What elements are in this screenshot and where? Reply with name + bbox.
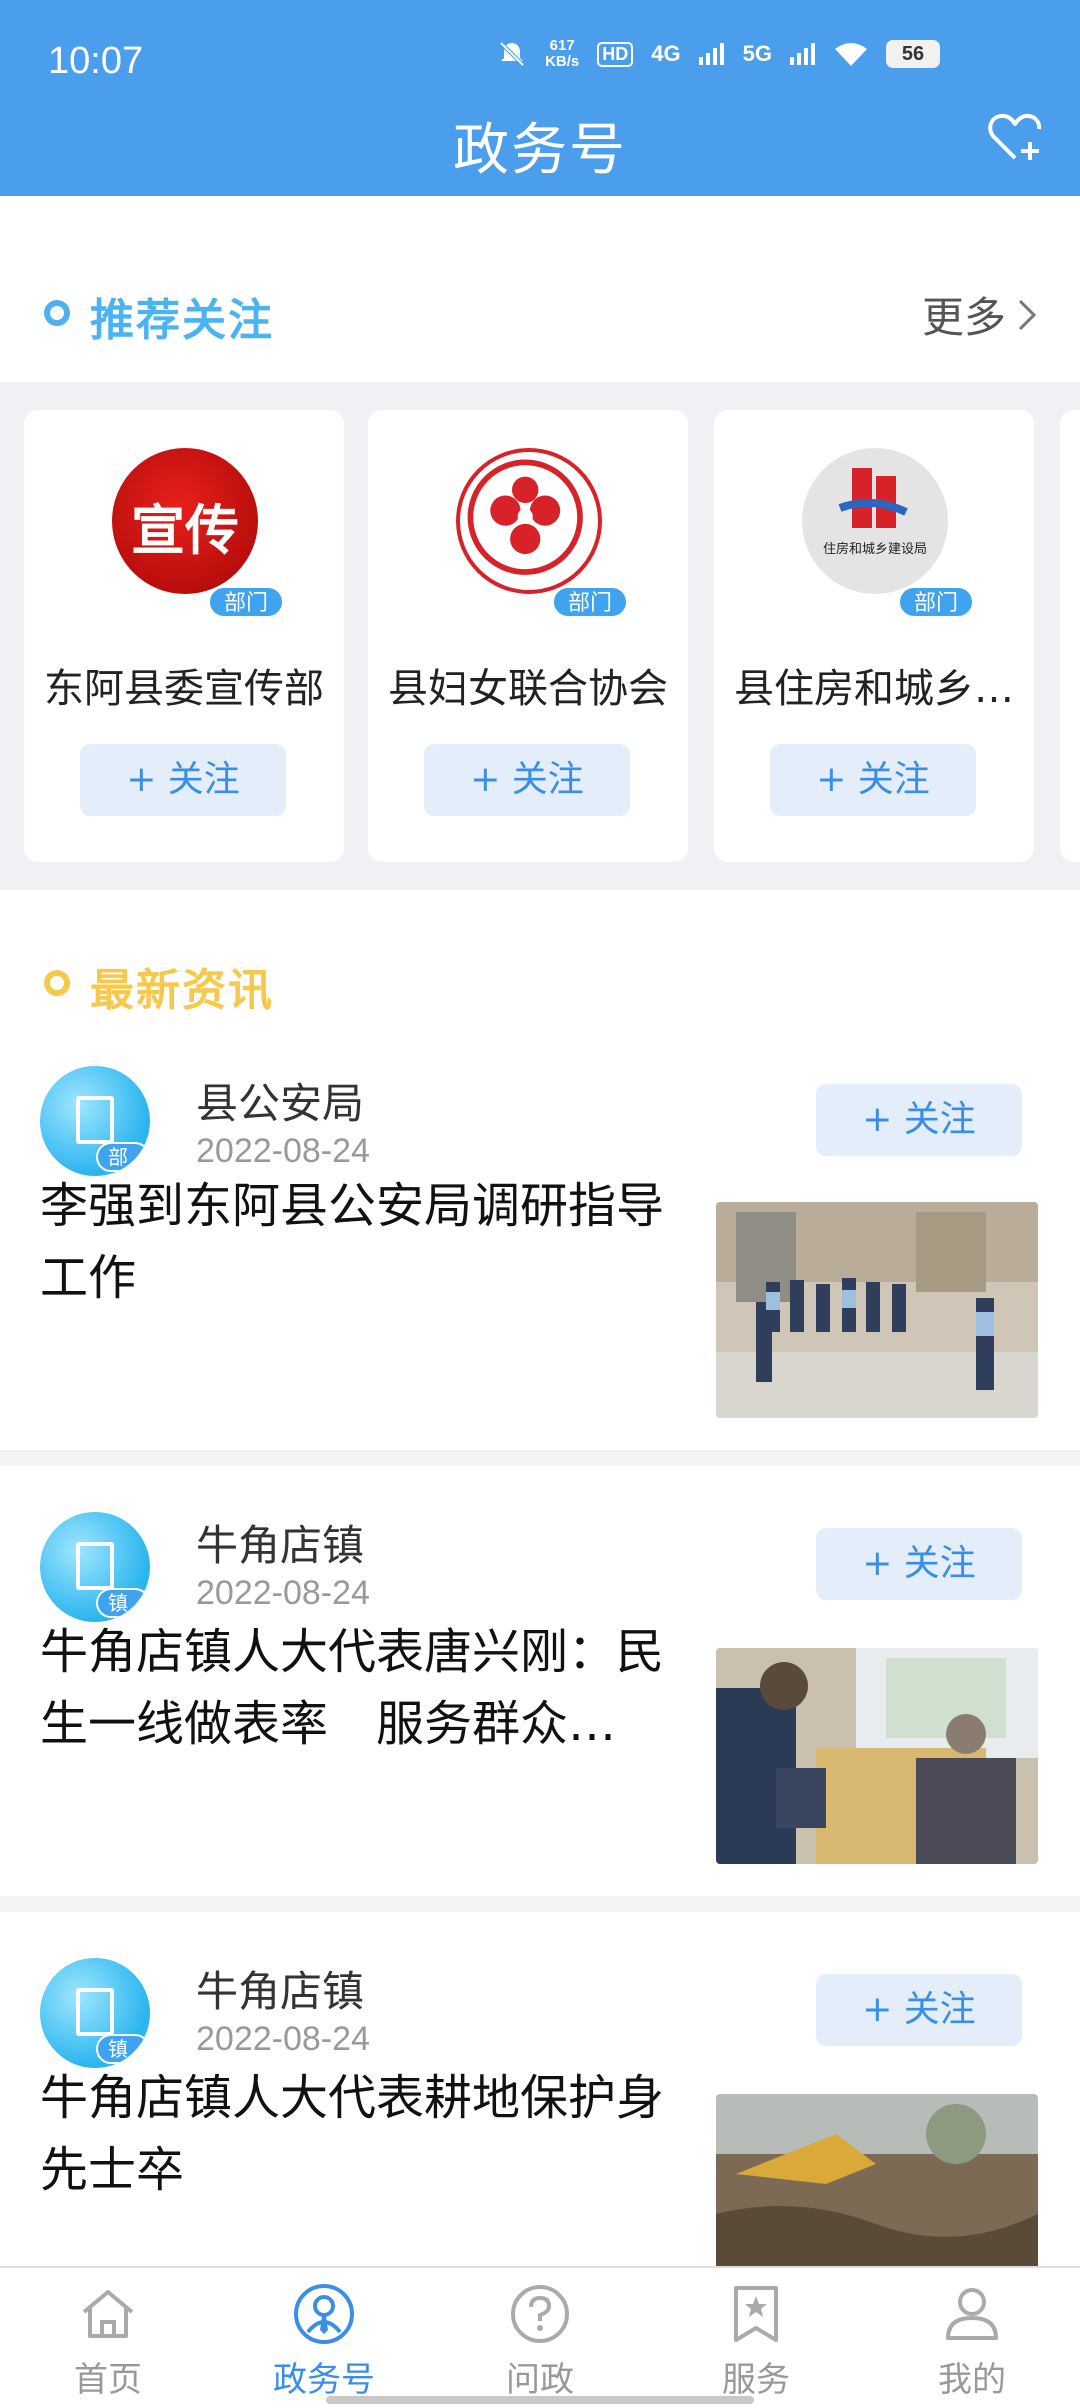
news-item[interactable]: 镇街 牛角店镇 2022-08-24 + 关注 牛角店镇人大代表耕地保护身先士卒 (0, 1912, 1080, 2266)
news-thumbnail[interactable] (716, 1648, 1038, 1864)
card-name: 县妇女联合协会 (388, 666, 668, 712)
nav-label: 服务 (722, 2360, 790, 2400)
source-name[interactable]: 县公安局 (196, 1070, 364, 1131)
bottom-nav: 首页 政务号 问政 服务 我的 (0, 2266, 1080, 2408)
nav-label: 政务号 (273, 2360, 375, 2400)
battery-indicator: 56 (886, 40, 940, 68)
network-5g: 5G (742, 41, 772, 66)
town-badge: 镇街 (96, 1588, 150, 1622)
building-icon (76, 1988, 114, 2036)
official-account-icon (294, 2284, 354, 2344)
section-dot-icon (44, 300, 70, 326)
follow-button[interactable]: + 关注 (816, 1974, 1022, 2046)
news-thumbnail[interactable] (716, 2094, 1038, 2266)
wifi-icon (835, 43, 867, 66)
recommend-card[interactable]: 住房和城乡建设局 部门 县住房和城乡… + 关注 (714, 410, 1034, 862)
building-icon (76, 1096, 114, 1144)
farmland-photo (716, 2094, 1038, 2266)
question-icon (511, 2285, 569, 2343)
logo-text: 住房和城乡建设局 (822, 542, 927, 557)
news-headline[interactable]: 牛角店镇人大代表耕地保护身先士卒 (40, 2062, 680, 2206)
police-photo (716, 1202, 1038, 1418)
news-headline[interactable]: 李强到东阿县公安局调研指导工作 (40, 1170, 680, 1314)
federation-emblem-icon (467, 459, 583, 575)
nav-profile[interactable]: 我的 (864, 2268, 1080, 2408)
heart-plus-icon[interactable] (986, 108, 1044, 166)
publish-date: 2022-08-24 (196, 1132, 370, 1170)
logo-text: 宣传 (131, 498, 239, 562)
hd-icon: HD (597, 41, 634, 67)
recommend-card-partial[interactable] (1060, 410, 1080, 862)
publish-date: 2022-08-24 (196, 1574, 370, 1612)
source-name[interactable]: 牛角店镇 (196, 1512, 364, 1573)
nav-inquiry[interactable]: 问政 (432, 2268, 648, 2408)
news-item[interactable]: 镇街 牛角店镇 2022-08-24 + 关注 牛角店镇人大代表唐兴刚：民生一线… (0, 1466, 1080, 1896)
nav-official-accounts[interactable]: 政务号 (216, 2268, 432, 2408)
follow-button[interactable]: + 关注 (816, 1528, 1022, 1600)
chevron-right-icon (1018, 299, 1037, 330)
page-title: 政务号 (453, 118, 627, 183)
follow-button[interactable]: + 关注 (816, 1084, 1022, 1156)
nav-label: 问政 (506, 2360, 574, 2400)
recommended-title: 推荐关注 (90, 295, 274, 346)
follow-button[interactable]: + 关注 (424, 744, 630, 816)
source-avatar[interactable]: 部门 (40, 1066, 150, 1176)
speed-value: 617 (549, 37, 575, 54)
network-4g: 4G (651, 41, 681, 66)
mute-bell-icon (499, 41, 525, 67)
status-time: 10:07 (48, 40, 144, 82)
app-header: 10:07 617 KB/s HD 4G 5G 56 政务号 (0, 0, 1080, 196)
more-label: 更多 (921, 293, 1006, 342)
publish-date: 2022-08-24 (196, 2020, 370, 2058)
status-icons: 617 KB/s HD 4G 5G 56 (497, 38, 940, 70)
housing-bureau-logo: 住房和城乡建设局 (802, 448, 948, 594)
profile-icon (946, 2288, 998, 2340)
dept-badge: 部门 (96, 1142, 150, 1176)
source-name[interactable]: 牛角店镇 (196, 1958, 364, 2019)
housing-building-icon (838, 468, 908, 528)
recommended-cards[interactable]: 宣传 部门 东阿县委宣传部 + 关注 部门 县妇女联合协会 + 关注 住房和城乡… (0, 382, 1080, 890)
news-title: 最新资讯 (90, 965, 274, 1016)
source-avatar[interactable]: 镇街 (40, 1512, 150, 1622)
service-star-icon (734, 2286, 778, 2342)
home-icon (82, 2290, 134, 2338)
dept-badge: 部门 (208, 586, 285, 618)
home-indicator[interactable] (326, 2396, 754, 2404)
womens-federation-logo (456, 448, 602, 594)
card-name: 东阿县委宣传部 (44, 666, 324, 712)
propaganda-logo: 宣传 (112, 448, 258, 594)
card-name: 县住房和城乡… (734, 666, 1014, 712)
news-item[interactable]: 部门 县公安局 2022-08-24 + 关注 李强到东阿县公安局调研指导工作 (0, 1040, 1080, 1450)
signal-icon-2 (790, 43, 815, 65)
news-headline[interactable]: 牛角店镇人大代表唐兴刚：民生一线做表率 服务群众… (40, 1616, 680, 1760)
meeting-photo (716, 1648, 1038, 1864)
follow-button[interactable]: + 关注 (770, 744, 976, 816)
recommend-card[interactable]: 宣传 部门 东阿县委宣传部 + 关注 (24, 410, 344, 862)
dept-badge: 部门 (898, 586, 975, 618)
net-speed: 617 KB/s (545, 38, 579, 70)
nav-label: 我的 (938, 2360, 1006, 2400)
section-dot-icon (44, 970, 70, 996)
follow-button[interactable]: + 关注 (80, 744, 286, 816)
more-button[interactable]: 更多 (922, 284, 1040, 345)
nav-label: 首页 (74, 2360, 142, 2400)
signal-icon (698, 43, 724, 65)
nav-home[interactable]: 首页 (0, 2268, 216, 2408)
nav-service[interactable]: 服务 (648, 2268, 864, 2408)
source-avatar[interactable]: 镇街 (40, 1958, 150, 2068)
town-badge: 镇街 (96, 2034, 150, 2068)
building-icon (76, 1542, 114, 1590)
speed-unit: KB/s (545, 53, 580, 70)
recommended-section-header: 推荐关注 更多 (0, 196, 1080, 382)
dept-badge: 部门 (552, 586, 629, 618)
recommend-card[interactable]: 部门 县妇女联合协会 + 关注 (368, 410, 688, 862)
news-thumbnail[interactable] (716, 1202, 1038, 1418)
